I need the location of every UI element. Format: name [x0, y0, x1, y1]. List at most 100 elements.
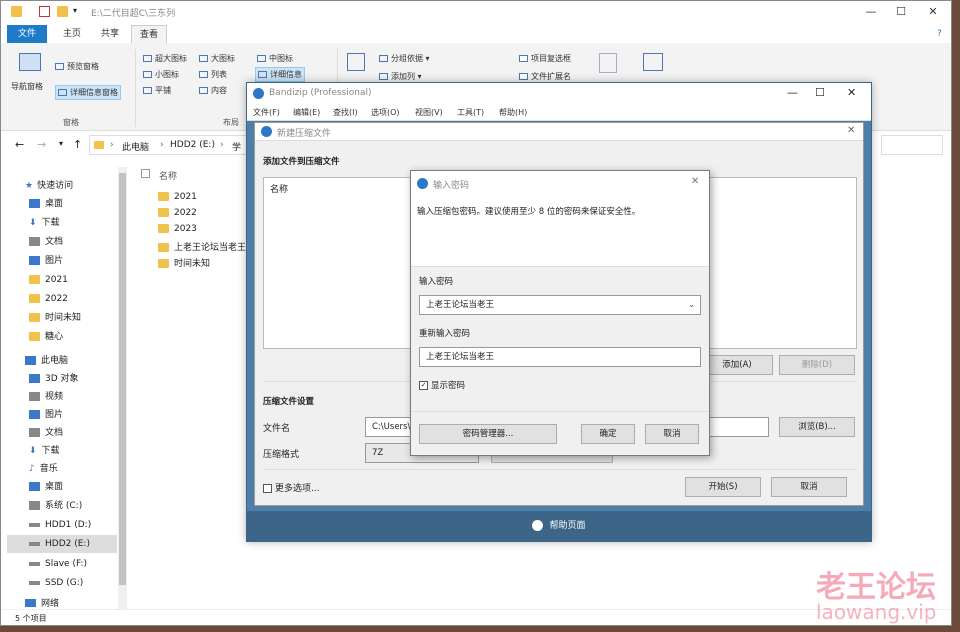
download-arrow-icon: ⬇	[29, 218, 37, 228]
layout-details[interactable]: 详细信息	[255, 67, 305, 82]
file-item[interactable]: 时间未知	[158, 256, 210, 269]
nav-network[interactable]: 网络	[25, 595, 59, 607]
bz-maximize-button[interactable]: ☐	[815, 86, 825, 99]
file-item[interactable]: 2022	[158, 208, 197, 218]
nav-item-videos[interactable]: 视频	[29, 388, 63, 406]
help-page-link[interactable]: 帮助页面	[247, 511, 871, 541]
menu-file[interactable]: 文件(F)	[253, 107, 280, 118]
column-header-name[interactable]: 名称	[159, 169, 177, 182]
back-arrow-icon[interactable]: ←	[15, 138, 24, 151]
nav-item-2021[interactable]: 2021	[29, 271, 68, 289]
chevron-down-icon[interactable]: ⌄	[688, 296, 695, 314]
nav-scrollbar-thumb[interactable]	[119, 173, 126, 585]
file-item[interactable]: 2021	[158, 192, 197, 202]
menu-find[interactable]: 查找(I)	[333, 107, 358, 118]
computer-icon	[25, 356, 36, 365]
password-input[interactable]: 上老王论坛当老王 ⌄	[419, 295, 701, 315]
add-column-button[interactable]: 添加列 ▾	[379, 71, 422, 82]
sort-by-icon[interactable]	[347, 53, 365, 71]
confirm-password-input[interactable]: 上老王论坛当老王	[419, 347, 701, 367]
select-all-checkbox[interactable]	[141, 169, 150, 178]
nav-item-music[interactable]: ♪ 音乐	[29, 460, 58, 478]
help-icon[interactable]: ?	[937, 29, 942, 39]
menu-view[interactable]: 视图(V)	[415, 107, 443, 118]
layout-tiles[interactable]: 平铺	[143, 85, 171, 96]
folder-icon	[29, 313, 40, 322]
delete-button[interactable]: 删除(D)	[779, 355, 855, 375]
cancel-button[interactable]: 取消	[771, 477, 847, 497]
tab-file[interactable]: 文件	[7, 25, 47, 43]
layout-large-icons[interactable]: 大图标	[199, 53, 235, 64]
menu-help[interactable]: 帮助(H)	[499, 107, 527, 118]
address-box[interactable]: › 此电脑 › HDD2 (E:) › 学	[89, 135, 251, 155]
nav-item-pc-desktop[interactable]: 桌面	[29, 478, 63, 496]
file-item[interactable]: 上老王论坛当老王	[158, 240, 246, 253]
menu-options[interactable]: 选项(O)	[371, 107, 400, 118]
pwd-close-button[interactable]: ✕	[691, 176, 699, 187]
separator	[263, 469, 857, 470]
bz-minimize-button[interactable]: —	[787, 86, 798, 99]
folder-icon	[158, 192, 169, 201]
nav-item-documents[interactable]: 文档	[29, 233, 63, 251]
password-manager-button[interactable]: 密码管理器...	[419, 424, 557, 444]
layout-small-icons[interactable]: 小图标	[143, 69, 179, 80]
nav-item-pc-downloads[interactable]: ⬇ 下载	[29, 442, 60, 460]
nav-pane-button[interactable]: 导航窗格	[11, 81, 43, 92]
search-input[interactable]	[881, 135, 943, 155]
properties-icon[interactable]	[39, 6, 50, 17]
file-extensions-toggle[interactable]: 文件扩展名	[519, 71, 571, 82]
details-pane-button[interactable]: 详细信息窗格	[55, 85, 121, 100]
nav-this-pc[interactable]: 此电脑	[25, 352, 68, 370]
menu-tools[interactable]: 工具(T)	[457, 107, 484, 118]
pwd-cancel-button[interactable]: 取消	[645, 424, 699, 444]
nav-item-downloads[interactable]: ⬇ 下载	[29, 214, 60, 232]
start-button[interactable]: 开始(S)	[685, 477, 761, 497]
preview-pane-button[interactable]: 预览窗格	[55, 61, 99, 72]
nav-item-pc-documents[interactable]: 文档	[29, 424, 63, 442]
menu-edit[interactable]: 编辑(E)	[293, 107, 320, 118]
recent-dropdown-icon[interactable]: ▾	[59, 139, 63, 148]
nav-item-3d-objects[interactable]: 3D 对象	[29, 370, 79, 388]
nav-item-unknown-time[interactable]: 时间未知	[29, 309, 81, 327]
new-folder-icon[interactable]	[57, 6, 68, 17]
nav-item-drive-c[interactable]: 系统 (C:)	[29, 497, 82, 515]
nav-item-desktop[interactable]: 桌面	[29, 195, 63, 213]
more-options-checkbox[interactable]: 更多选项...	[263, 481, 320, 494]
ok-button[interactable]: 确定	[581, 424, 635, 444]
layout-medium-icons[interactable]: 中图标	[257, 53, 293, 64]
nav-item-drive-d[interactable]: HDD1 (D:)	[29, 516, 91, 534]
nav-item-drive-e[interactable]: HDD2 (E:)	[7, 535, 117, 553]
breadcrumb-folder[interactable]: 学	[232, 140, 241, 153]
nav-item-pictures[interactable]: 图片	[29, 252, 63, 270]
nav-item-pc-pictures[interactable]: 图片	[29, 406, 63, 424]
forward-arrow-icon[interactable]: →	[37, 138, 46, 151]
nav-item-2022[interactable]: 2022	[29, 290, 68, 308]
breadcrumb-this-pc[interactable]: 此电脑	[122, 140, 149, 153]
browse-button[interactable]: 浏览(B)...	[779, 417, 855, 437]
na-close-button[interactable]: ✕	[847, 125, 855, 136]
nav-item-drive-g[interactable]: SSD (G:)	[29, 574, 83, 592]
tab-home[interactable]: 主页	[55, 25, 89, 43]
layout-list[interactable]: 列表	[199, 69, 227, 80]
minimize-button[interactable]: —	[856, 4, 886, 20]
maximize-button[interactable]: ☐	[886, 4, 916, 20]
nav-item-drive-f[interactable]: Slave (F:)	[29, 555, 87, 573]
hide-selected-icon[interactable]	[599, 53, 617, 73]
layout-xl-icons[interactable]: 超大图标	[143, 53, 187, 64]
breadcrumb-hdd2[interactable]: HDD2 (E:)	[170, 140, 215, 150]
tab-view[interactable]: 查看	[131, 25, 168, 43]
file-item[interactable]: 2023	[158, 224, 197, 234]
item-checkboxes-toggle[interactable]: 项目复选框	[519, 53, 571, 64]
tab-share[interactable]: 共享	[93, 25, 127, 43]
nav-quick-access[interactable]: ★ 快速访问	[25, 177, 73, 195]
up-arrow-icon[interactable]: ↑	[73, 138, 82, 151]
qa-dropdown-icon[interactable]: ▾	[73, 6, 77, 15]
group-by-button[interactable]: 分组依据 ▾	[379, 53, 430, 64]
show-password-checkbox[interactable]: ✓ 显示密码	[419, 379, 465, 391]
bz-close-button[interactable]: ✕	[847, 86, 856, 99]
add-button[interactable]: 添加(A)	[701, 355, 773, 375]
options-icon[interactable]	[643, 53, 663, 71]
layout-content[interactable]: 内容	[199, 85, 227, 96]
close-button[interactable]: ✕	[918, 4, 948, 20]
nav-item-tangxin[interactable]: 糖心	[29, 328, 63, 346]
